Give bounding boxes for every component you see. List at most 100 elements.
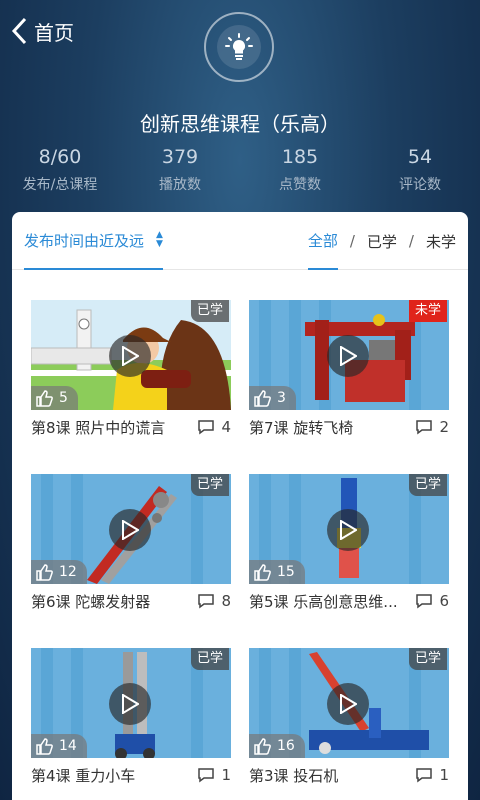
lesson-card[interactable]: 已学 15 第5课 乐高创意思维... 6 <box>249 474 449 618</box>
lesson-card[interactable]: 已学 14 第4课 重力小车 1 <box>31 648 231 792</box>
course-title: 创新思维课程（乐高） <box>140 112 340 136</box>
stats-row: 8/60 发布/总课程 379 播放数 185 点赞数 54 评论数 <box>0 146 480 194</box>
play-icon <box>340 520 357 540</box>
comment-count[interactable]: 6 <box>415 592 449 610</box>
back-button[interactable]: 首页 <box>10 16 74 46</box>
tab-all[interactable]: 全部 <box>307 212 338 270</box>
stat-likes: 185 点赞数 <box>240 146 360 194</box>
thumbs-up-icon <box>36 564 53 581</box>
lesson-title[interactable]: 第6课 陀螺发射器 <box>31 591 150 612</box>
comment-count[interactable]: 4 <box>197 418 231 436</box>
play-button[interactable] <box>327 335 369 377</box>
lesson-thumbnail[interactable]: 已学 14 <box>31 648 231 758</box>
filter-bar: 发布时间由近及远 ▲ ▼ 全部 / 已学 / 未学 <box>12 212 468 270</box>
lesson-card[interactable]: 已学 12 第6课 陀螺发射器 8 <box>31 474 231 618</box>
play-button[interactable] <box>109 335 151 377</box>
lesson-title[interactable]: 第7课 旋转飞椅 <box>249 417 353 438</box>
lesson-card[interactable]: 已学 16 第3课 投石机 1 <box>249 648 449 792</box>
stat-plays: 379 播放数 <box>120 146 240 194</box>
lesson-title[interactable]: 第4课 重力小车 <box>31 765 135 786</box>
comment-count[interactable]: 1 <box>415 766 449 784</box>
like-count-value: 16 <box>277 738 295 754</box>
play-button[interactable] <box>109 509 151 551</box>
comment-icon <box>198 594 215 609</box>
tab-unlearned[interactable]: 未学 <box>426 212 456 270</box>
lesson-panel: 发布时间由近及远 ▲ ▼ 全部 / 已学 / 未学 已学 5 第8课 照片中的谎… <box>12 212 468 800</box>
thumbs-up-icon <box>254 390 271 407</box>
back-label: 首页 <box>34 20 74 45</box>
lesson-card[interactable]: 已学 5 第8课 照片中的谎言 4 <box>31 300 231 444</box>
comment-icon <box>416 594 433 609</box>
learned-badge: 已学 <box>408 474 447 496</box>
comment-count[interactable]: 8 <box>197 592 231 610</box>
comment-count[interactable]: 1 <box>197 766 231 784</box>
thumbs-up-icon <box>254 738 271 755</box>
sort-dropdown[interactable]: 发布时间由近及远 ▲ ▼ <box>24 212 163 270</box>
lesson-card[interactable]: 未学 3 第7课 旋转飞椅 2 <box>249 300 449 444</box>
like-count-value: 15 <box>277 564 295 580</box>
lesson-title[interactable]: 第3课 投石机 <box>249 765 338 786</box>
learned-badge: 已学 <box>408 648 447 670</box>
comment-count-value: 8 <box>221 592 231 610</box>
comment-count-value: 1 <box>221 766 231 784</box>
lesson-thumbnail[interactable]: 未学 3 <box>249 300 449 410</box>
comment-count-value: 4 <box>221 418 231 436</box>
stat-value: 379 <box>161 146 199 168</box>
stat-courses: 8/60 发布/总课程 <box>0 146 120 194</box>
lightbulb-icon <box>225 33 253 60</box>
comment-icon <box>198 420 215 435</box>
comment-icon <box>416 420 433 435</box>
lesson-thumbnail[interactable]: 已学 16 <box>249 648 449 758</box>
tab-learned[interactable]: 已学 <box>367 212 397 270</box>
stat-label: 点赞数 <box>279 177 321 193</box>
comment-count-value: 1 <box>439 766 449 784</box>
like-count[interactable]: 15 <box>249 560 305 584</box>
stat-value: 185 <box>281 146 319 168</box>
lesson-thumbnail[interactable]: 已学 12 <box>31 474 231 584</box>
like-count[interactable]: 5 <box>31 386 78 410</box>
comment-icon <box>416 768 433 783</box>
lesson-title[interactable]: 第5课 乐高创意思维... <box>249 591 398 612</box>
learned-badge: 已学 <box>190 300 229 322</box>
like-count-value: 5 <box>59 390 68 406</box>
sort-arrows-icon: ▲ ▼ <box>156 230 163 249</box>
stat-label: 评论数 <box>399 177 441 193</box>
thumbs-up-icon <box>36 390 53 407</box>
play-icon <box>340 346 357 366</box>
play-icon <box>122 346 139 366</box>
like-count[interactable]: 14 <box>31 734 87 758</box>
stat-value: 8/60 <box>38 146 82 168</box>
like-count[interactable]: 16 <box>249 734 305 758</box>
play-button[interactable] <box>327 683 369 725</box>
lesson-thumbnail[interactable]: 已学 5 <box>31 300 231 410</box>
play-button[interactable] <box>327 509 369 551</box>
like-count-value: 12 <box>59 564 77 580</box>
sort-label: 发布时间由近及远 <box>24 231 145 250</box>
comment-icon <box>198 768 215 783</box>
lesson-thumbnail[interactable]: 已学 15 <box>249 474 449 584</box>
thumbs-up-icon <box>254 564 271 581</box>
comment-count-value: 6 <box>439 592 449 610</box>
like-count-value: 14 <box>59 738 77 754</box>
play-icon <box>122 694 139 714</box>
stat-label: 播放数 <box>159 177 201 193</box>
stat-value: 54 <box>407 146 433 168</box>
learned-badge: 已学 <box>190 474 229 496</box>
comment-count[interactable]: 2 <box>415 418 449 436</box>
tab-separator: / <box>408 232 414 250</box>
stat-comments: 54 评论数 <box>360 146 480 194</box>
chevron-left-icon <box>11 17 27 45</box>
like-count[interactable]: 12 <box>31 560 87 584</box>
stat-label: 发布/总课程 <box>22 177 98 193</box>
comment-count-value: 2 <box>439 418 449 436</box>
lesson-title[interactable]: 第8课 照片中的谎言 <box>31 417 165 438</box>
top-bar: 首页 <box>0 0 480 82</box>
play-button[interactable] <box>109 683 151 725</box>
tab-separator: / <box>349 232 355 250</box>
status-tabs: 全部 / 已学 / 未学 <box>307 212 456 270</box>
unlearned-badge: 未学 <box>408 300 447 322</box>
play-icon <box>340 694 357 714</box>
play-icon <box>122 520 139 540</box>
course-logo <box>204 12 274 82</box>
like-count[interactable]: 3 <box>249 386 296 410</box>
